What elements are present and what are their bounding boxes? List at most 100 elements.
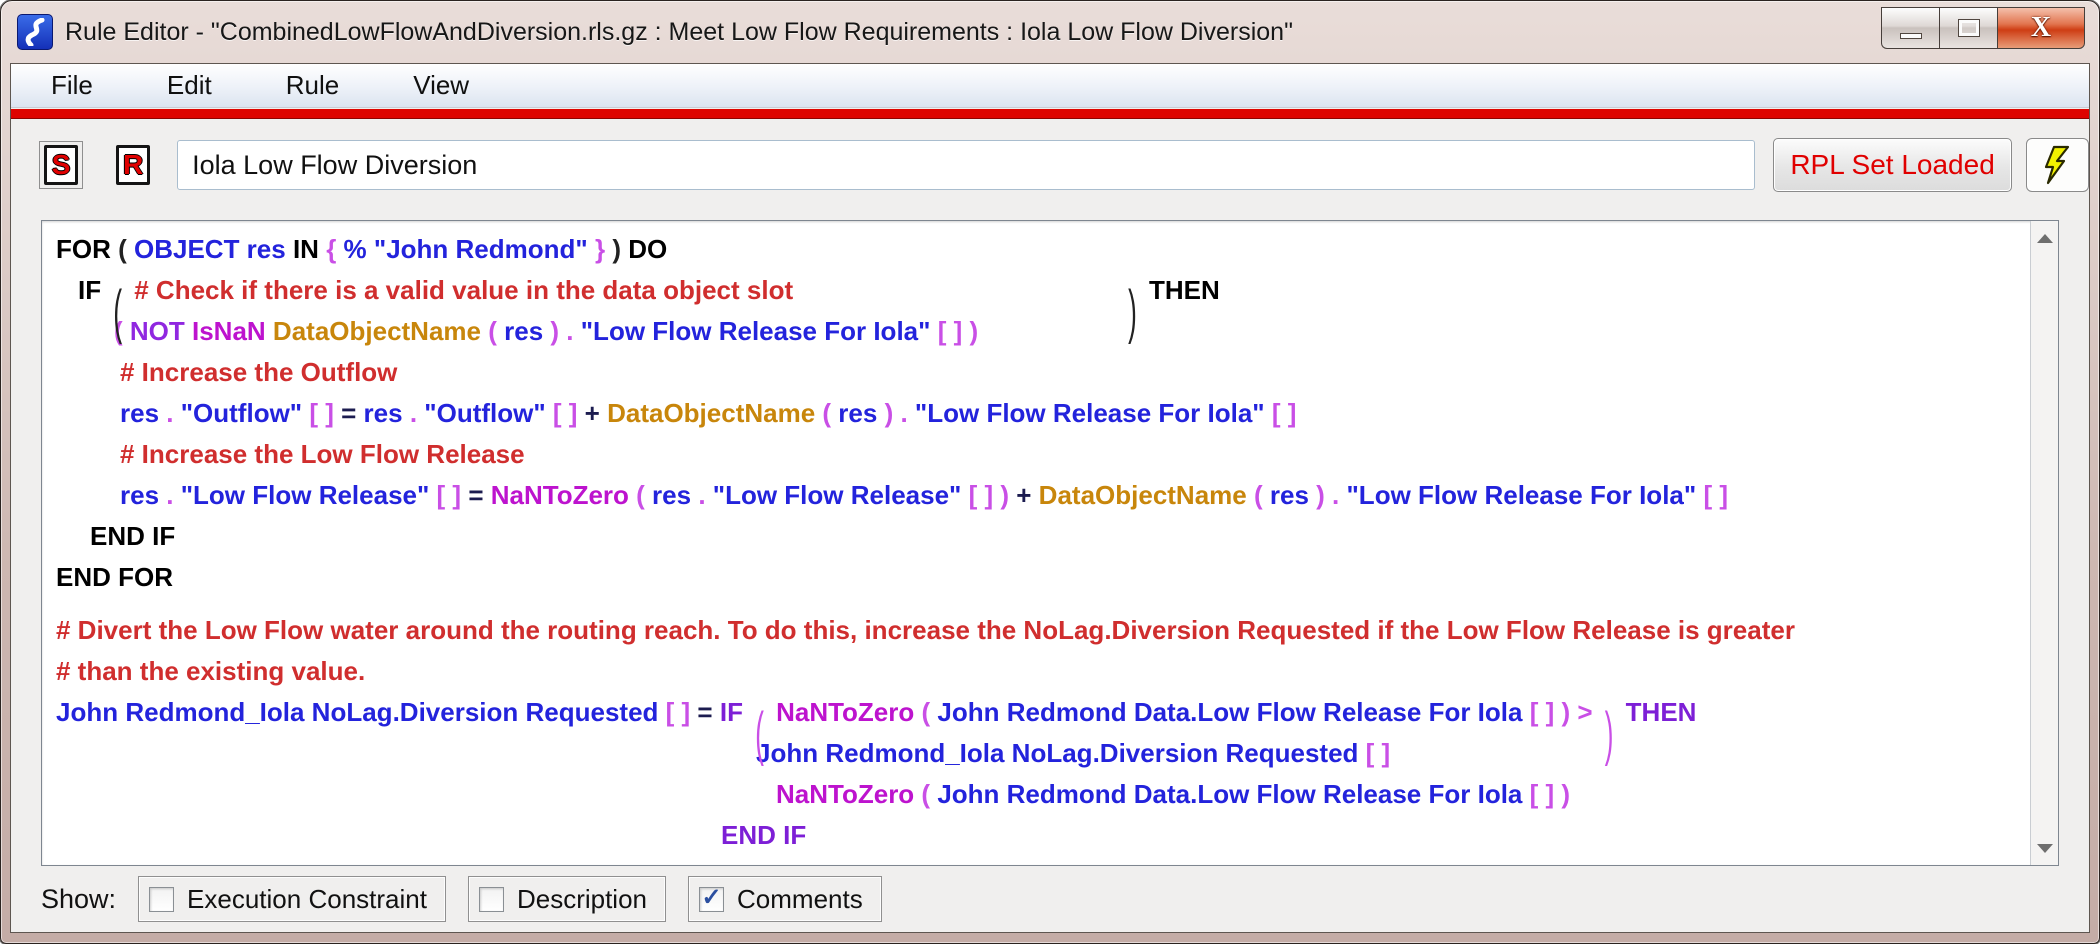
toolbar: S R RPL Set Loaded	[11, 119, 2089, 211]
code-token: ) .	[1316, 480, 1346, 510]
window-title: Rule Editor - "CombinedLowFlowAndDiversi…	[65, 18, 1293, 47]
code-token: END IF	[90, 521, 175, 551]
scroll-up-icon[interactable]	[2031, 225, 2058, 251]
rule-button[interactable]: R	[111, 141, 155, 189]
menu-rule[interactable]: Rule	[280, 68, 345, 103]
code-line[interactable]: John Redmond_Iola NoLag.Diversion Reques…	[56, 733, 2024, 774]
code-token: John Redmond Data.Low Flow Release For I…	[937, 697, 1529, 727]
code-token: # Check if there is a valid value in the…	[127, 275, 793, 305]
code-token: THEN	[1142, 275, 1220, 305]
titlebar[interactable]: Rule Editor - "CombinedLowFlowAndDiversi…	[1, 1, 2099, 63]
code-token: DO	[628, 234, 667, 264]
code-token: res	[1270, 480, 1316, 510]
code-token: res	[120, 398, 166, 428]
code-token: {	[326, 234, 343, 264]
code-token: )	[605, 234, 628, 264]
execution-constraint-toggle[interactable]: ✓ Execution Constraint	[138, 876, 446, 922]
lightning-bolt-icon	[2040, 145, 2074, 185]
code-token: [ ]	[1703, 480, 1728, 510]
close-button[interactable]: X	[1997, 7, 2085, 49]
comments-checkbox[interactable]: ✓	[699, 887, 724, 912]
rule-name-input[interactable]	[177, 140, 1755, 190]
code-token: [ ]	[309, 398, 341, 428]
code-token: IsNaN	[192, 316, 273, 346]
code-token: NaNToZero	[769, 697, 922, 727]
code-token: +	[585, 398, 607, 428]
rpl-set-button[interactable]: S	[39, 141, 83, 189]
code-line[interactable]: END IF	[56, 815, 2024, 856]
code-token: "Low Flow Release For Iola"	[581, 316, 938, 346]
code-token: [ ] )	[1530, 779, 1570, 809]
menu-edit[interactable]: Edit	[161, 68, 218, 103]
code-token: END FOR	[56, 562, 173, 592]
code-token: # Increase the Outflow	[120, 357, 397, 387]
code-token: (	[488, 316, 504, 346]
comments-toggle[interactable]: ✓ Comments	[688, 876, 882, 922]
comments-label: Comments	[737, 884, 863, 915]
code-token: John Redmond_Iola NoLag.Diversion Reques…	[56, 697, 666, 727]
code-line[interactable]: END IF	[56, 516, 2024, 557]
code-token: .	[166, 398, 180, 428]
code-line[interactable]: FOR ( OBJECT res IN { % "John Redmond" }…	[56, 229, 2024, 270]
scroll-down-icon[interactable]	[2031, 835, 2058, 861]
code-line[interactable]: # Increase the Low Flow Release	[56, 434, 2024, 475]
menubar: File Edit Rule View	[11, 64, 2089, 108]
code-line[interactable]: IF ( # Check if there is a valid value i…	[56, 270, 2024, 311]
menu-view[interactable]: View	[407, 68, 475, 103]
execution-constraint-checkbox[interactable]: ✓	[149, 887, 174, 912]
code-token: )	[1605, 687, 1614, 781]
code-token: "Outflow"	[181, 398, 310, 428]
code-token: (	[1254, 480, 1270, 510]
code-token: IF	[720, 697, 750, 727]
code-line[interactable]: res . "Low Flow Release" [ ] = NaNToZero…	[56, 475, 2024, 516]
code-token: .	[166, 480, 180, 510]
code-token: .	[698, 480, 712, 510]
maximize-button[interactable]	[1939, 7, 1997, 49]
description-toggle[interactable]: ✓ Description	[468, 876, 666, 922]
execute-button[interactable]	[2026, 138, 2089, 192]
code-line[interactable]: # Divert the Low Flow water around the r…	[56, 610, 2024, 651]
code-token: "Low Flow Release For Iola"	[1346, 480, 1703, 510]
code-line[interactable]: John Redmond_Iola NoLag.Diversion Reques…	[56, 692, 2024, 733]
code-token: [ ] ) >	[1530, 697, 1600, 727]
code-token: [ ]	[666, 697, 698, 727]
code-token: (	[921, 779, 937, 809]
code-line[interactable]: NaNToZero ( John Redmond Data.Low Flow R…	[56, 774, 2024, 815]
maximize-icon	[1959, 20, 1979, 36]
rpl-set-loaded-button[interactable]: RPL Set Loaded	[1773, 138, 2011, 192]
code-token: # than the existing value.	[56, 656, 365, 686]
code-token: [ ]	[1366, 738, 1391, 768]
show-label: Show:	[41, 884, 116, 915]
minimize-icon	[1900, 33, 1922, 39]
check-icon: ✓	[701, 886, 721, 910]
rule-letter-icon: R	[116, 145, 150, 185]
code-token: THEN	[1618, 697, 1696, 727]
code-line[interactable]: END FOR	[56, 557, 2024, 598]
red-divider-bar	[11, 109, 2089, 119]
code-token: "Outflow"	[424, 398, 553, 428]
code-line[interactable]: ( NOT IsNaN DataObjectName ( res ) . "Lo…	[56, 311, 2024, 352]
client-area: File Edit Rule View S R RPL Set Loaded	[10, 63, 2090, 933]
code-token: NaNToZero	[776, 779, 921, 809]
code-token: .	[410, 398, 424, 428]
code-token: ) .	[550, 316, 580, 346]
execution-constraint-label: Execution Constraint	[187, 884, 427, 915]
code-token: res	[838, 398, 884, 428]
code-line[interactable]: # Increase the Outflow	[56, 352, 2024, 393]
vertical-scrollbar[interactable]	[2030, 221, 2058, 865]
rule-editor-window: Rule Editor - "CombinedLowFlowAndDiversi…	[0, 0, 2100, 944]
code-line[interactable]: res . "Outflow" [ ] = res . "Outflow" [ …	[56, 393, 2024, 434]
rule-code-editor[interactable]: FOR ( OBJECT res IN { % "John Redmond" }…	[41, 220, 2059, 866]
code-token: % "John Redmond"	[344, 234, 588, 264]
code-token: (	[118, 234, 134, 264]
code-token: END IF	[721, 820, 806, 850]
description-checkbox[interactable]: ✓	[479, 887, 504, 912]
code-token: IF	[78, 275, 108, 305]
code-token: DataObjectName	[1039, 480, 1254, 510]
code-line[interactable]: # than the existing value.	[56, 651, 2024, 692]
code-token: # Increase the Low Flow Release	[120, 439, 525, 469]
code-line[interactable]	[56, 598, 2024, 610]
menu-file[interactable]: File	[45, 68, 99, 103]
minimize-button[interactable]	[1881, 7, 1939, 49]
code-token: "Low Flow Release For Iola"	[915, 398, 1272, 428]
